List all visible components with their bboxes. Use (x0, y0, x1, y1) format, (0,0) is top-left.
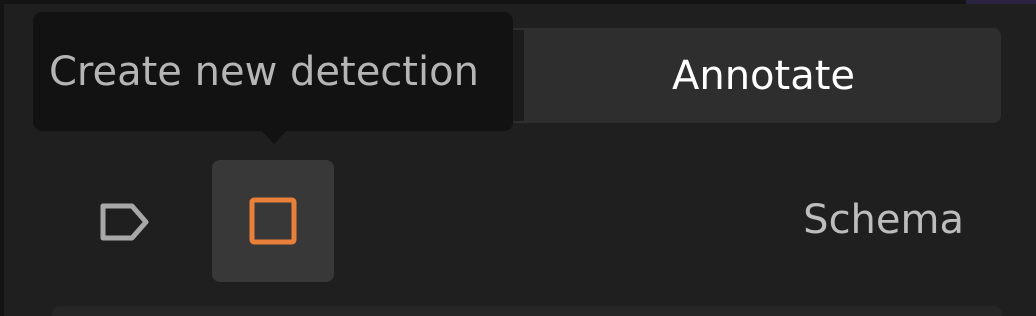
tab-annotate[interactable]: Annotate (526, 28, 1001, 123)
detection-box-icon (249, 197, 297, 245)
tooltip-arrow (261, 130, 287, 144)
left-border (0, 0, 4, 316)
top-border (0, 0, 1036, 4)
top-accent-bar (966, 0, 1036, 4)
label-tool-button[interactable] (92, 192, 158, 252)
tooltip-text: Create new detection (49, 48, 479, 95)
schema-button[interactable]: Schema (803, 197, 964, 243)
annotation-panel: Annotate Create new detection Schema (0, 0, 1036, 316)
label-tag-icon (100, 203, 149, 241)
tooltip: Create new detection (33, 12, 513, 131)
content-panel (52, 306, 1002, 316)
tab-annotate-label: Annotate (671, 52, 856, 99)
detection-tool-button[interactable] (212, 160, 334, 282)
schema-label: Schema (803, 197, 964, 243)
